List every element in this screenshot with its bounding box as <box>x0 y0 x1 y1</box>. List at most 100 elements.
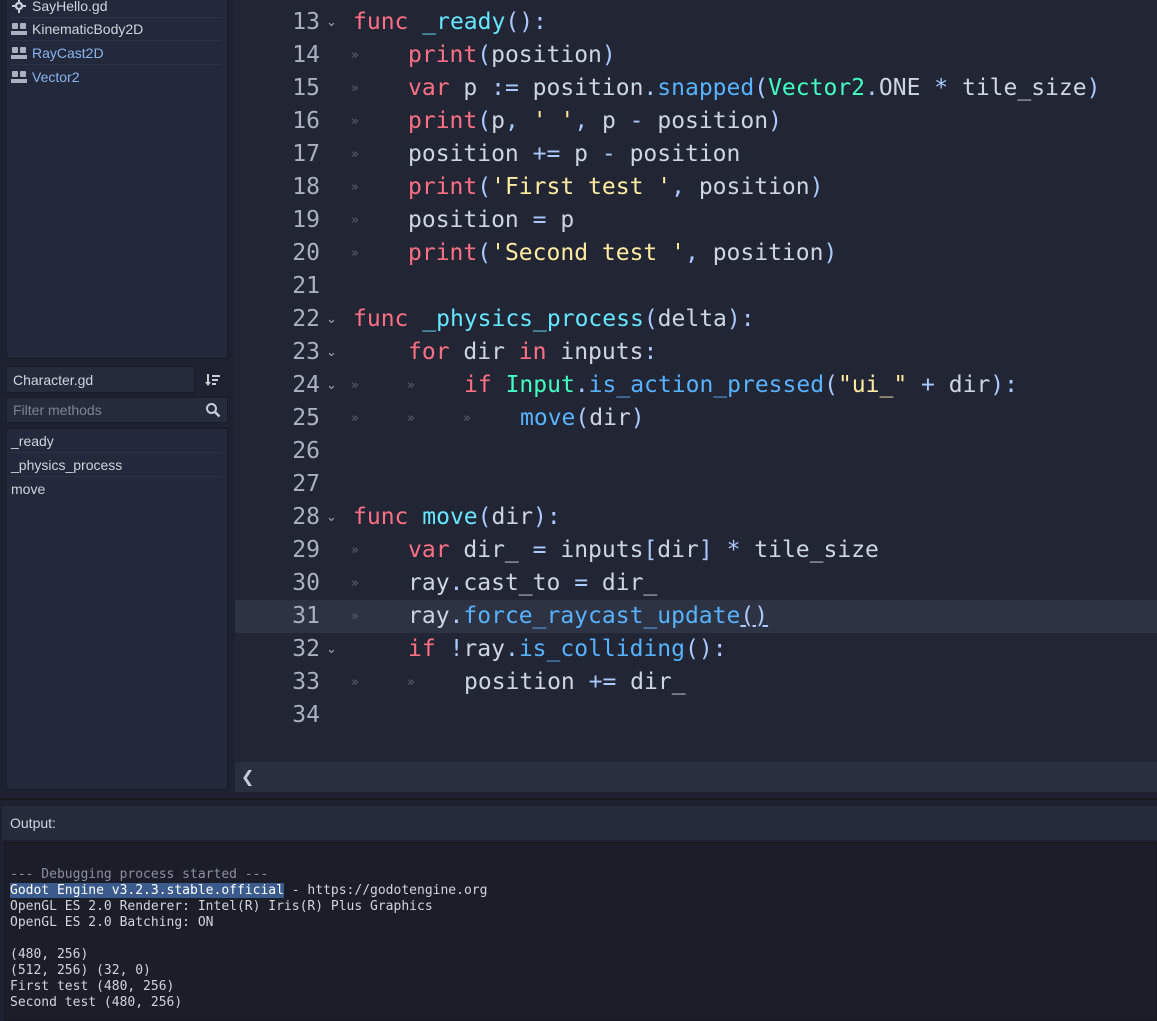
tab-indent-icon: » <box>463 411 471 426</box>
code-line[interactable]: 29 » var dir_ = inputs[dir] * tile_size <box>235 534 1157 567</box>
code-line[interactable]: 20 » print('Second test ', position) <box>235 237 1157 270</box>
code-line[interactable]: 33 » » position += dir_ <box>235 666 1157 699</box>
fold-arrow-icon[interactable]: ⌄ <box>326 6 337 39</box>
code-line[interactable]: 16 » print(p, ' ', p - position) <box>235 105 1157 138</box>
line-number: 24 <box>292 372 320 398</box>
filter-methods-input[interactable] <box>13 402 193 418</box>
line-number: 18 <box>292 174 320 200</box>
line-number: 22 <box>292 306 320 332</box>
line-number: 29 <box>292 537 320 563</box>
tab-indent-icon: » <box>351 576 359 591</box>
log-line: Second test (480, 256) <box>10 995 183 1010</box>
code-line[interactable]: 22 ⌄ func _physics_process(delta): <box>235 303 1157 336</box>
method-item-physics-process[interactable]: _physics_process <box>11 453 223 477</box>
fold-arrow-icon[interactable]: ⌄ <box>326 501 337 534</box>
code-line[interactable]: 15 » var p := position.snapped(Vector2.O… <box>235 72 1157 105</box>
current-file-name: Character.gd <box>6 366 195 393</box>
tab-indent-icon: » <box>351 246 359 261</box>
code-line[interactable]: 25 » » » move(dir) <box>235 402 1157 435</box>
horizontal-scroll-bar[interactable]: ❮ <box>235 762 1157 792</box>
line-number: 16 <box>292 108 320 134</box>
code-text: print('Second test ', position) <box>408 240 838 266</box>
code-text: for dir in inputs: <box>408 339 658 365</box>
output-log[interactable]: --- Debugging process started --- Godot … <box>4 842 1157 1021</box>
log-text: - https://godotengine.org <box>283 883 488 898</box>
chevron-left-icon[interactable]: ❮ <box>241 767 254 786</box>
line-number: 19 <box>292 207 320 233</box>
left-panel: SayHello.gd KinematicBody2D RayCast2D Ve… <box>0 0 234 796</box>
code-line-current[interactable]: 31 » ray.force_raycast_update() <box>235 600 1157 633</box>
log-line: Godot Engine v3.2.3.stable.official - ht… <box>10 883 1156 899</box>
filter-methods-field[interactable] <box>6 397 228 423</box>
code-text: print('First test ', position) <box>408 174 824 200</box>
code-line[interactable]: 19 » position = p <box>235 204 1157 237</box>
code-text: func _ready(): <box>353 9 547 35</box>
log-line: (512, 256) (32, 0) <box>10 963 151 978</box>
code-line[interactable]: 34 <box>235 699 1157 732</box>
code-text: move(dir) <box>520 405 645 431</box>
log-selected-text: Godot Engine v3.2.3.stable.official <box>10 883 284 898</box>
script-item-raycast2d[interactable]: RayCast2D <box>11 41 223 65</box>
line-number: 30 <box>292 570 320 596</box>
script-item-vector2[interactable]: Vector2 <box>11 65 223 89</box>
fold-arrow-icon[interactable]: ⌄ <box>326 369 337 402</box>
code-text: if Input.is_action_pressed("ui_" + dir): <box>464 372 1018 398</box>
line-number: 25 <box>292 405 320 431</box>
method-item-move[interactable]: move <box>11 477 223 501</box>
line-number: 15 <box>292 75 320 101</box>
methods-list[interactable]: _ready _physics_process move <box>6 428 228 790</box>
line-number: 28 <box>292 504 320 530</box>
line-number: 13 <box>292 9 320 35</box>
line-number: 27 <box>292 471 320 497</box>
output-title: Output: <box>2 806 1157 840</box>
code-line[interactable]: 30 » ray.cast_to = dir_ <box>235 567 1157 600</box>
code-line[interactable]: 18 » print('First test ', position) <box>235 171 1157 204</box>
code-line[interactable]: 26 <box>235 435 1157 468</box>
code-text: position = p <box>408 207 575 233</box>
code-line[interactable]: 21 <box>235 270 1157 303</box>
code-text: var dir_ = inputs[dir] * tile_size <box>408 537 879 563</box>
log-line: OpenGL ES 2.0 Renderer: Intel(R) Iris(R)… <box>10 899 433 914</box>
line-number: 17 <box>292 141 320 167</box>
scripts-list[interactable]: SayHello.gd KinematicBody2D RayCast2D Ve… <box>6 0 228 359</box>
code-line[interactable]: 23 ⌄ for dir in inputs: <box>235 336 1157 369</box>
search-icon <box>206 403 221 418</box>
code-line[interactable]: 28 ⌄ func move(dir): <box>235 501 1157 534</box>
code-line[interactable]: 13 ⌄ func _ready(): <box>235 6 1157 39</box>
code-line[interactable]: 17 » position += p - position <box>235 138 1157 171</box>
script-item-sayhello[interactable]: SayHello.gd <box>11 0 223 18</box>
tab-indent-icon: » <box>351 378 359 393</box>
line-number: 32 <box>292 636 320 662</box>
code-text: print(position) <box>408 42 616 68</box>
fold-arrow-icon[interactable]: ⌄ <box>326 303 337 336</box>
fold-arrow-icon[interactable]: ⌄ <box>326 336 337 369</box>
method-item-ready[interactable]: _ready <box>11 429 223 453</box>
tab-indent-icon: » <box>351 543 359 558</box>
log-line: (480, 256) <box>10 947 89 962</box>
code-editor[interactable]: 13 ⌄ func _ready(): 14 » print(position)… <box>235 0 1157 762</box>
tab-indent-icon: » <box>351 411 359 426</box>
code-text: position += dir_ <box>464 669 686 695</box>
code-line[interactable]: 27 <box>235 468 1157 501</box>
log-line: First test (480, 256) <box>10 979 175 994</box>
sort-button[interactable] <box>200 368 226 392</box>
code-text: func move(dir): <box>353 504 561 530</box>
code-line[interactable]: 24 ⌄ » » if Input.is_action_pressed("ui_… <box>235 369 1157 402</box>
code-line[interactable]: 32 ⌄ if !ray.is_colliding(): <box>235 633 1157 666</box>
tab-indent-icon: » <box>351 114 359 129</box>
line-number: 31 <box>292 603 320 629</box>
tab-indent-icon: » <box>407 378 415 393</box>
line-number: 21 <box>292 273 320 299</box>
sort-icon <box>205 374 220 386</box>
script-item-label: SayHello.gd <box>32 0 108 14</box>
doc-icon <box>11 45 27 61</box>
line-number: 14 <box>292 42 320 68</box>
fold-arrow-icon[interactable]: ⌄ <box>326 633 337 666</box>
doc-icon <box>11 21 27 37</box>
code-text: print(p, ' ', p - position) <box>408 108 782 134</box>
line-number: 23 <box>292 339 320 365</box>
code-text: var p := position.snapped(Vector2.ONE * … <box>408 75 1101 101</box>
script-item-kinematicbody2d[interactable]: KinematicBody2D <box>11 17 223 41</box>
code-line[interactable]: 14 » print(position) <box>235 39 1157 72</box>
